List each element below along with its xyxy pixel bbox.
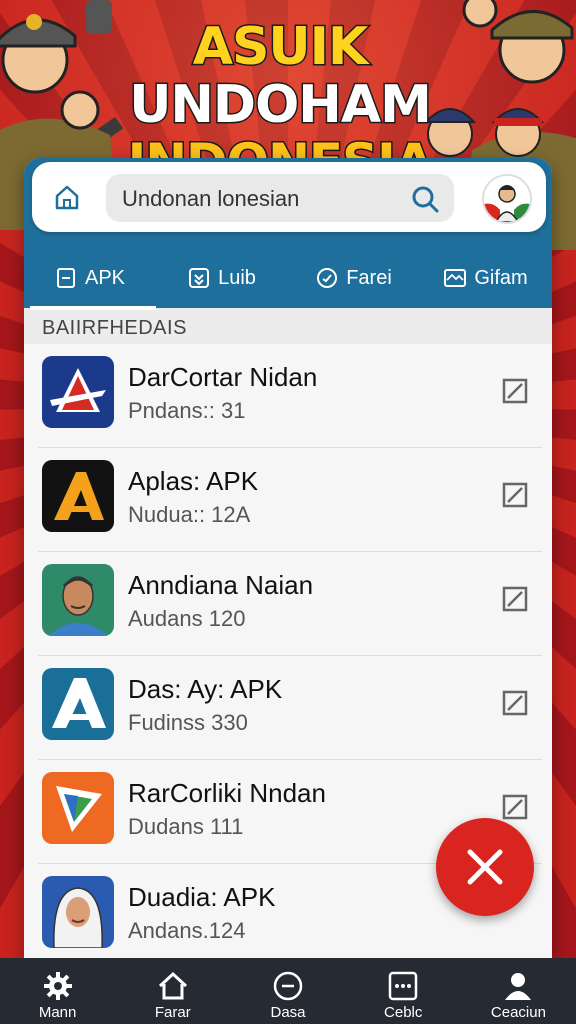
header: Undonan lonesian APK Luib Farei Gifam bbox=[24, 158, 552, 310]
app-subtitle: Nudua:: 12A bbox=[128, 502, 251, 527]
app-title: Anndiana Naian bbox=[128, 570, 314, 600]
promo-banner-title: ASUIK UNDOHAM INDONESIA bbox=[70, 17, 490, 192]
search-input-text[interactable]: Undonan lonesian bbox=[122, 186, 299, 212]
hijab-woman-portrait-icon bbox=[42, 876, 114, 948]
image-icon bbox=[444, 269, 467, 287]
minus-circle-icon bbox=[273, 971, 303, 1001]
app-title: RarCorliki Nndan bbox=[128, 778, 326, 808]
person-icon bbox=[505, 973, 532, 1000]
nav-item-mann[interactable]: Mann bbox=[0, 958, 115, 1024]
edit-box-icon[interactable] bbox=[502, 586, 528, 612]
orange-a-logo-icon bbox=[42, 460, 114, 532]
banner-word-2: UNDOHAM bbox=[128, 75, 434, 136]
tab-luib[interactable]: Luib bbox=[156, 250, 288, 306]
nav-label: Ceblc bbox=[384, 1004, 423, 1021]
nav-item-ceblc[interactable]: Ceblc bbox=[346, 958, 461, 1024]
app-subtitle: Fudinss 330 bbox=[128, 710, 248, 735]
red-a-logo-icon bbox=[42, 356, 114, 428]
nav-item-farar[interactable]: Farar bbox=[115, 958, 230, 1024]
bottom-navigation: Mann Farar Dasa Ceblc Ceaciun bbox=[0, 958, 576, 1024]
list-item[interactable]: Das: Ay: APK Fudinss 330 bbox=[38, 656, 542, 760]
user-avatar[interactable] bbox=[482, 174, 532, 224]
nav-label: Farar bbox=[154, 1004, 191, 1021]
blue-a-logo-icon bbox=[42, 668, 114, 740]
check-circle-icon bbox=[317, 268, 338, 288]
home-icon[interactable] bbox=[52, 182, 82, 212]
play-triangle-logo-icon bbox=[42, 772, 114, 844]
home-icon bbox=[158, 971, 187, 1000]
search-icon[interactable] bbox=[410, 184, 440, 214]
person-avatar-icon bbox=[484, 176, 530, 222]
top-bar: Undonan lonesian bbox=[32, 162, 546, 232]
tab-label: Gifam bbox=[474, 266, 528, 289]
list-item[interactable]: Anndiana Naian Audans 120 bbox=[38, 552, 542, 656]
man-portrait-icon bbox=[42, 564, 114, 636]
tab-label: Luib bbox=[218, 266, 256, 289]
tab-label: APK bbox=[84, 266, 126, 289]
nav-label: Dasa bbox=[270, 1004, 306, 1021]
nav-label: Ceaciun bbox=[490, 1004, 546, 1021]
document-icon bbox=[56, 268, 75, 288]
list-item[interactable]: Aplas: APK Nudua:: 12A bbox=[38, 448, 542, 552]
banner-word-1: ASUIK bbox=[191, 17, 370, 78]
gear-icon bbox=[43, 972, 72, 1000]
app-title: Aplas: APK bbox=[128, 466, 259, 496]
nav-item-ceaciun[interactable]: Ceaciun bbox=[461, 958, 576, 1024]
app-title: Duadia: APK bbox=[128, 882, 276, 912]
dots-box-icon bbox=[388, 971, 418, 1001]
app-title: DarCortar Nidan bbox=[128, 362, 318, 392]
list-item[interactable]: DarCortar Nidan Pndans:: 31 bbox=[38, 344, 542, 448]
tab-gifam[interactable]: Gifam bbox=[420, 250, 552, 306]
nav-label: Mann bbox=[38, 1004, 77, 1021]
close-icon bbox=[467, 849, 503, 885]
nav-item-dasa[interactable]: Dasa bbox=[230, 958, 345, 1024]
edit-box-icon[interactable] bbox=[502, 690, 528, 716]
section-header: BAIIRFHEDAIS bbox=[24, 308, 552, 344]
edit-box-icon[interactable] bbox=[502, 794, 528, 820]
tab-label: Farei bbox=[346, 266, 392, 289]
tab-bar: APK Luib Farei Gifam bbox=[24, 250, 552, 310]
app-subtitle: Audans 120 bbox=[128, 606, 246, 631]
app-subtitle: Andans.124 bbox=[128, 918, 246, 943]
tab-farei[interactable]: Farei bbox=[288, 250, 420, 306]
search-field[interactable]: Undonan lonesian bbox=[106, 174, 454, 222]
edit-box-icon[interactable] bbox=[502, 378, 528, 404]
download-icon bbox=[189, 268, 210, 288]
app-subtitle: Dudans 111 bbox=[128, 814, 244, 839]
tab-apk[interactable]: APK bbox=[24, 250, 156, 310]
app-subtitle: Pndans:: 31 bbox=[128, 398, 246, 423]
edit-box-icon[interactable] bbox=[502, 482, 528, 508]
app-title: Das: Ay: APK bbox=[128, 674, 283, 704]
close-fab-button[interactable] bbox=[436, 818, 534, 916]
